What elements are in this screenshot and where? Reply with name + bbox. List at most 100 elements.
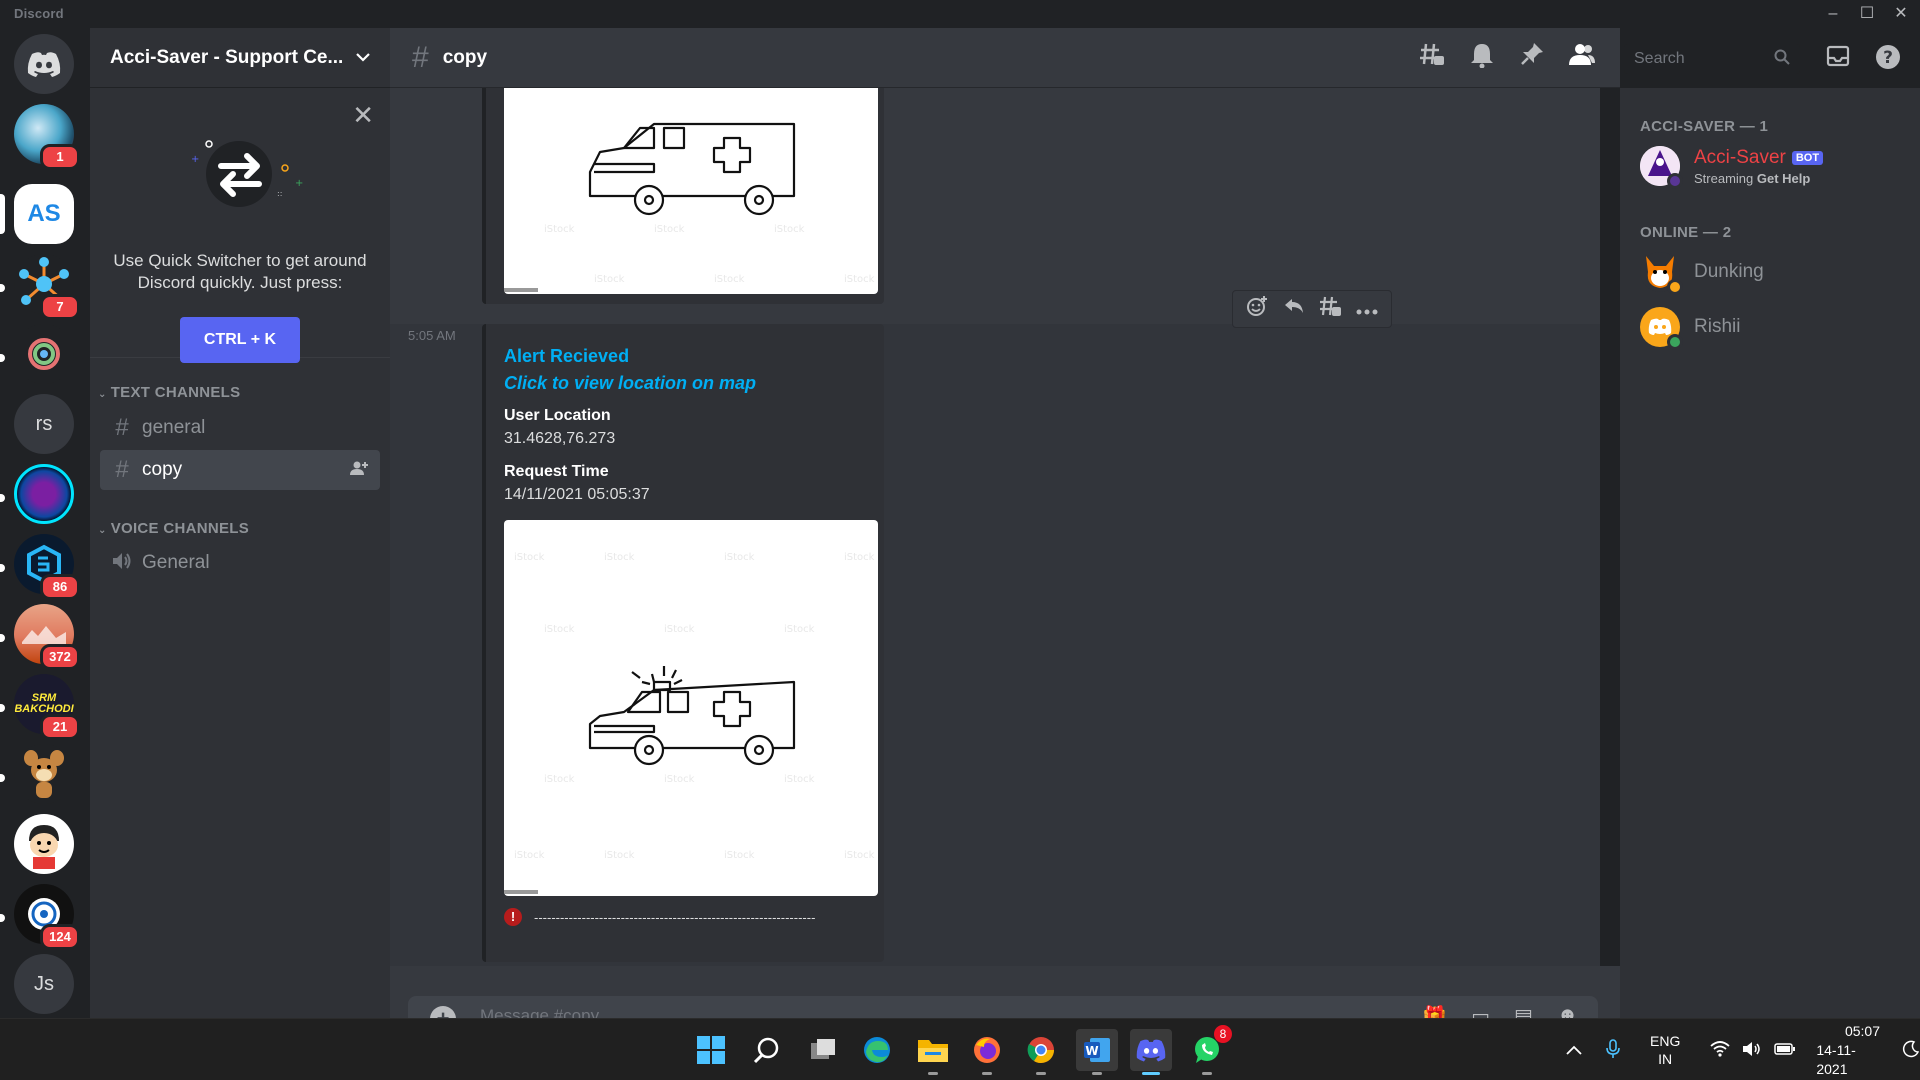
- clock[interactable]: 05:07 14-11-2021: [1816, 1022, 1880, 1079]
- close-window-button[interactable]: ✕: [1884, 0, 1918, 28]
- unread-indicator: [0, 774, 5, 782]
- server-icon[interactable]: Js: [14, 954, 74, 1014]
- server-icon[interactable]: 7: [14, 254, 80, 320]
- member-acci-saver[interactable]: Acci-Saver BOT Streaming Get Help: [1640, 141, 1900, 191]
- server-avatar: AS: [14, 184, 74, 244]
- server-avatar: rs: [14, 394, 74, 454]
- member-list: ACCI-SAVER — 1 Acci-Saver BOT Streaming G…: [1620, 88, 1920, 1018]
- embed-footer: ! --------------------------------------…: [504, 908, 815, 926]
- message-list[interactable]: iStock iStock iStock iStock iStock iStock: [390, 88, 1600, 966]
- running-indicator: [1092, 1072, 1102, 1075]
- start-button[interactable]: [690, 1029, 732, 1071]
- category-voice-channels[interactable]: ⌄ VOICE CHANNELS: [98, 520, 249, 537]
- clock-time: 05:07: [1844, 1022, 1880, 1039]
- word-icon[interactable]: W: [1076, 1029, 1118, 1075]
- unread-indicator: [0, 354, 5, 362]
- hashtag-icon: #: [412, 40, 429, 74]
- microphone-icon[interactable]: [1606, 1038, 1620, 1062]
- discord-logo-icon: [14, 34, 74, 94]
- server-icon[interactable]: 86: [14, 534, 80, 600]
- server-icon[interactable]: SRM BAKCHODI 21: [14, 674, 80, 740]
- unread-indicator: [0, 704, 5, 712]
- clock-date: 14-11-2021: [1816, 1041, 1856, 1077]
- wifi-icon[interactable]: [1710, 1040, 1730, 1060]
- bell-icon[interactable]: [1468, 42, 1496, 70]
- svg-text:iStock: iStock: [594, 274, 625, 285]
- server-icon[interactable]: 372: [14, 604, 80, 670]
- threads-icon[interactable]: [1418, 42, 1446, 70]
- server-header[interactable]: Acci-Saver - Support Ce...: [90, 28, 390, 88]
- svg-text:iStock: iStock: [654, 224, 685, 235]
- embed-map-link[interactable]: Click to view location on map: [504, 373, 756, 394]
- embed-field-value: 14/11/2021 05:05:37: [504, 486, 650, 503]
- svg-text:iStock: iStock: [544, 774, 575, 785]
- maximize-button[interactable]: ☐: [1850, 0, 1884, 28]
- avatar: [1640, 146, 1683, 189]
- create-invite-icon[interactable]: [350, 460, 368, 480]
- embed-field-name: Request Time: [504, 463, 609, 480]
- help-icon[interactable]: ?: [1874, 44, 1902, 72]
- unread-indicator: [0, 914, 5, 922]
- svg-text:iStock: iStock: [724, 850, 755, 861]
- server-icon[interactable]: [14, 814, 74, 874]
- add-reaction-icon[interactable]: [1242, 295, 1272, 323]
- channel-general[interactable]: # general: [100, 408, 380, 448]
- svg-text:iStock: iStock: [604, 850, 635, 861]
- chevron-down-icon: ⌄: [98, 525, 107, 536]
- server-icon[interactable]: 1: [14, 104, 80, 170]
- svg-text:iStock: iStock: [774, 224, 805, 235]
- discord-taskbar-icon[interactable]: [1130, 1029, 1172, 1075]
- mention-badge: 21: [40, 714, 80, 740]
- unread-indicator: [0, 564, 5, 572]
- battery-icon[interactable]: [1774, 1042, 1796, 1059]
- close-icon[interactable]: ✕: [352, 102, 374, 128]
- quick-switcher-shortcut-button[interactable]: CTRL + K: [180, 317, 300, 363]
- volume-icon[interactable]: [1742, 1041, 1762, 1060]
- channel-copy[interactable]: # copy: [100, 450, 380, 490]
- language-indicator[interactable]: ENG IN: [1650, 1032, 1680, 1068]
- minimize-button[interactable]: –: [1816, 0, 1850, 28]
- svg-text:::: ::: [277, 189, 282, 198]
- search-icon[interactable]: [746, 1029, 788, 1071]
- task-view-icon[interactable]: [802, 1029, 844, 1071]
- online-status-icon: [1667, 334, 1683, 350]
- member-dunking[interactable]: Dunking: [1640, 247, 1900, 297]
- category-text-channels[interactable]: ⌄ TEXT CHANNELS: [98, 384, 240, 401]
- svg-text:iStock: iStock: [784, 624, 815, 635]
- inbox-icon[interactable]: [1824, 44, 1852, 72]
- unread-indicator: [0, 494, 5, 502]
- whatsapp-icon[interactable]: 8: [1186, 1025, 1232, 1075]
- discord-home-button[interactable]: [14, 34, 74, 94]
- members-icon[interactable]: [1568, 42, 1596, 70]
- member-rishii[interactable]: Rishii: [1640, 302, 1900, 352]
- server-avatar: [14, 464, 74, 524]
- firefox-icon[interactable]: [966, 1029, 1008, 1075]
- chrome-icon[interactable]: [1020, 1029, 1062, 1075]
- search-input[interactable]: [1634, 50, 1774, 68]
- server-icon[interactable]: 124: [14, 884, 80, 950]
- server-icon[interactable]: [14, 324, 74, 384]
- chevron-up-icon[interactable]: [1566, 1042, 1582, 1058]
- server-icon-acci-saver[interactable]: AS: [14, 184, 74, 244]
- file-explorer-icon[interactable]: [912, 1029, 954, 1075]
- create-thread-icon[interactable]: [1315, 295, 1345, 323]
- more-options-icon[interactable]: [1352, 298, 1382, 321]
- pin-icon[interactable]: [1518, 42, 1546, 70]
- mention-badge: 1: [40, 144, 80, 170]
- header-toolbar: [1418, 42, 1596, 70]
- quick-switcher-text: Use Quick Switcher to get around Discord…: [113, 251, 367, 292]
- channel-title: copy: [442, 46, 488, 68]
- language-code: ENG: [1650, 1033, 1681, 1049]
- ambulance-image[interactable]: iStock iStock iStock iStock iStock iStock: [504, 88, 878, 294]
- edge-icon[interactable]: [856, 1029, 898, 1071]
- exclamation-icon: !: [504, 908, 522, 926]
- server-icon[interactable]: rs: [14, 394, 74, 454]
- search-box[interactable]: [1624, 44, 1800, 74]
- reply-icon[interactable]: [1279, 297, 1309, 321]
- region-code: IN: [1658, 1051, 1673, 1067]
- ambulance-image[interactable]: iStock iStock iStock iStock iStock iStock iSt…: [504, 520, 878, 896]
- voice-channel-general[interactable]: General: [100, 543, 380, 583]
- server-icon[interactable]: [14, 464, 74, 524]
- focus-assist-moon-icon[interactable]: [1902, 1040, 1920, 1061]
- server-icon[interactable]: [14, 744, 74, 804]
